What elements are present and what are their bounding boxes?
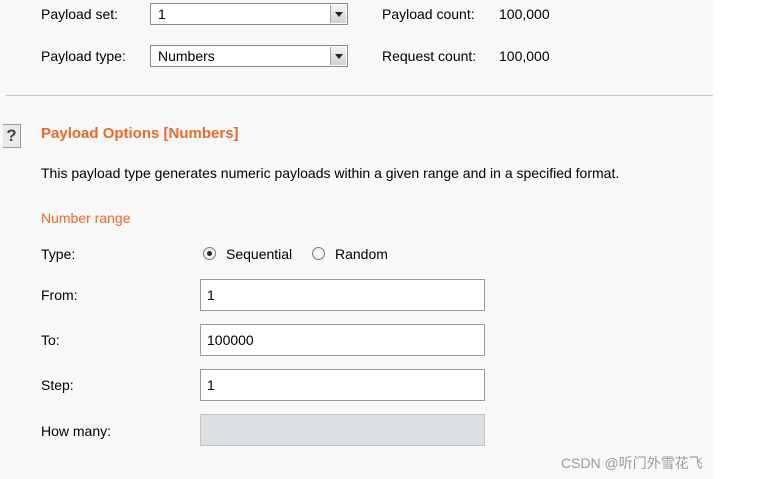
payload-set-select[interactable]: 1 (150, 3, 348, 25)
payload-set-value: 1 (158, 6, 166, 22)
sequential-radio[interactable] (203, 247, 216, 260)
from-input[interactable]: 1 (200, 279, 485, 311)
payload-type-select[interactable]: Numbers (150, 45, 348, 67)
payload-count-value: 100,000 (499, 6, 550, 22)
how-many-label: How many: (41, 423, 112, 439)
payload-type-value: Numbers (158, 48, 215, 64)
type-label: Type: (41, 246, 76, 262)
number-range-title: Number range (41, 210, 131, 226)
chevron-down-icon[interactable] (330, 47, 346, 65)
payload-count-label: Payload count: (382, 6, 475, 22)
payload-options-title: Payload Options [Numbers] (41, 125, 239, 142)
to-label: To: (41, 332, 60, 348)
help-icon[interactable]: ? (3, 124, 21, 148)
step-input[interactable]: 1 (200, 369, 485, 401)
request-count-label: Request count: (382, 48, 477, 64)
from-label: From: (41, 287, 78, 303)
request-count-value: 100,000 (499, 48, 550, 64)
watermark: CSDN @听门外雪花飞 (561, 455, 703, 471)
payload-options-description: This payload type generates numeric payl… (41, 165, 620, 181)
how-many-input (200, 414, 485, 446)
sequential-radio-label[interactable]: Sequential (226, 246, 292, 262)
random-radio-label[interactable]: Random (335, 246, 388, 262)
random-radio[interactable] (312, 247, 325, 260)
to-input[interactable]: 100000 (200, 324, 485, 356)
payload-set-label: Payload set: (41, 6, 119, 22)
payload-type-label: Payload type: (41, 48, 126, 64)
chevron-down-icon[interactable] (330, 5, 346, 23)
step-label: Step: (41, 377, 74, 393)
